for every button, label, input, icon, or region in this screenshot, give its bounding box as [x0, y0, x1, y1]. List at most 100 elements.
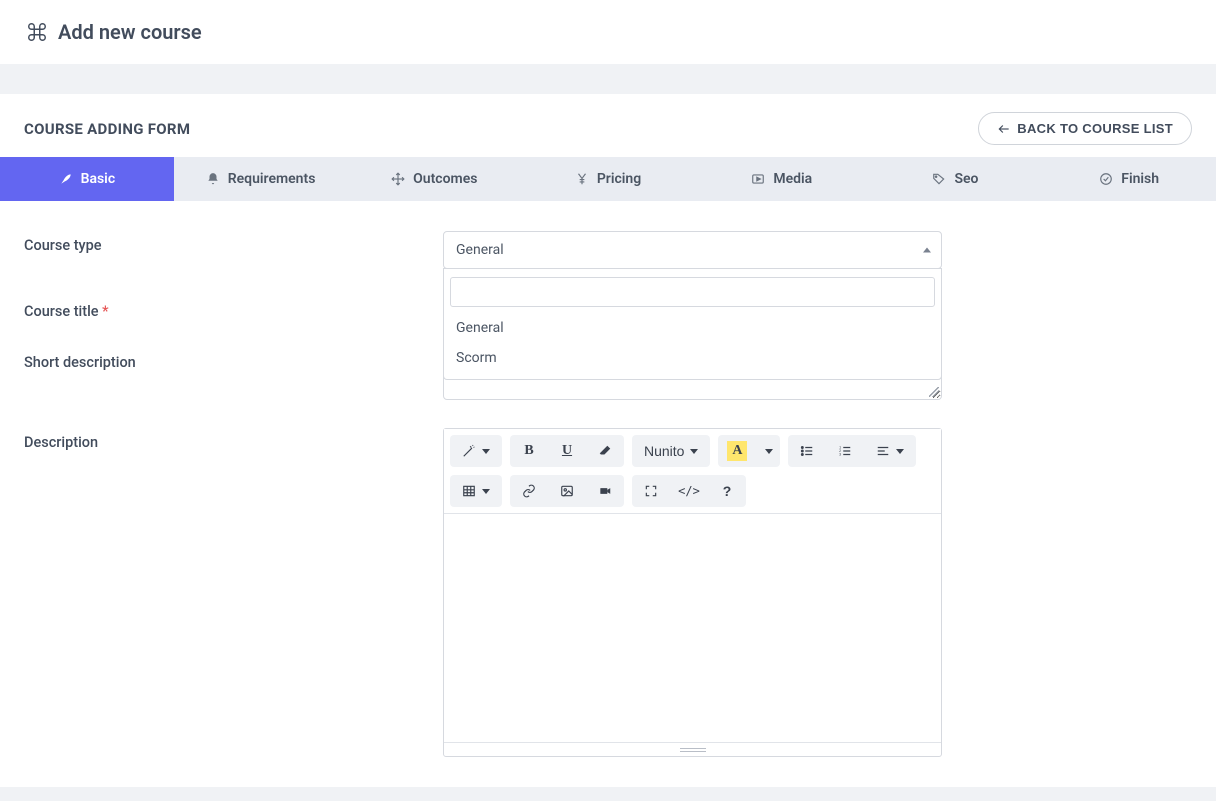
- row-course-type: Course type General General Scorm: [24, 231, 1192, 269]
- tab-pricing[interactable]: Pricing: [521, 157, 695, 201]
- description-label: Description: [24, 428, 199, 451]
- course-type-options: General Scorm: [450, 313, 935, 373]
- tab-finish[interactable]: Finish: [1042, 157, 1216, 201]
- toolbar-group-view: </> ?: [632, 475, 746, 507]
- unordered-list-icon: [800, 444, 814, 458]
- toolbar-group-font: B U: [510, 435, 624, 467]
- caret-down-icon: [690, 449, 698, 454]
- forecolor-icon: A: [727, 441, 747, 461]
- toolbar-group-style: [450, 435, 502, 467]
- clear-format-button[interactable]: [586, 435, 624, 467]
- tab-seo[interactable]: Seo: [869, 157, 1043, 201]
- yen-icon: [575, 172, 589, 186]
- video-button[interactable]: [586, 475, 624, 507]
- font-name-button[interactable]: Nunito: [632, 435, 710, 467]
- eraser-icon: [598, 444, 612, 458]
- required-star: *: [102, 303, 108, 320]
- course-tabs: Basic Requirements Outcomes Pricing Medi…: [0, 157, 1216, 201]
- course-type-option-general[interactable]: General: [450, 313, 935, 343]
- grip-icon: [680, 748, 706, 752]
- ordered-list-icon: 123: [838, 444, 852, 458]
- tab-label: Requirements: [228, 171, 316, 187]
- course-type-dropdown: General Scorm: [443, 268, 942, 380]
- link-icon: [522, 484, 536, 498]
- toolbar-group-paragraph: 123: [788, 435, 916, 467]
- align-left-icon: [876, 444, 890, 458]
- course-panel: COURSE ADDING FORM BACK TO COURSE LIST B…: [0, 94, 1216, 787]
- check-circle-icon: [1099, 172, 1113, 186]
- font-name-label: Nunito: [644, 443, 684, 459]
- page-title: Add new course: [58, 20, 202, 44]
- play-square-icon: [751, 172, 765, 186]
- tag-icon: [932, 172, 946, 186]
- video-icon: [598, 484, 612, 498]
- help-button[interactable]: ?: [708, 475, 746, 507]
- bell-icon: [206, 172, 220, 186]
- fullscreen-icon: [644, 484, 658, 498]
- layout-spacer: [0, 64, 1216, 94]
- fullscreen-button[interactable]: [632, 475, 670, 507]
- caret-down-icon: [482, 489, 490, 494]
- panel-header: COURSE ADDING FORM BACK TO COURSE LIST: [0, 94, 1216, 157]
- course-type-select[interactable]: General General Scorm: [443, 231, 942, 269]
- course-type-search-input[interactable]: [450, 277, 935, 307]
- editor-resize-handle[interactable]: [444, 742, 941, 756]
- row-description: Description: [24, 428, 1192, 757]
- table-icon: [462, 484, 476, 498]
- description-textarea[interactable]: [444, 514, 941, 742]
- editor-toolbar: B U Nunito: [444, 429, 941, 514]
- caret-down-icon: [482, 449, 490, 454]
- move-icon: [391, 172, 405, 186]
- svg-text:3: 3: [840, 453, 842, 457]
- back-to-course-list-button[interactable]: BACK TO COURSE LIST: [978, 112, 1192, 145]
- link-button[interactable]: [510, 475, 548, 507]
- description-editor: B U Nunito: [443, 428, 942, 757]
- form-body: Course type General General Scorm: [0, 201, 1216, 787]
- ordered-list-button[interactable]: 123: [826, 435, 864, 467]
- magic-wand-icon: [462, 444, 476, 458]
- forecolor-button[interactable]: A: [718, 435, 756, 467]
- underline-icon: U: [562, 443, 572, 459]
- course-type-option-scorm[interactable]: Scorm: [450, 343, 935, 373]
- codeview-button[interactable]: </>: [670, 475, 708, 507]
- tab-label: Basic: [81, 171, 116, 187]
- caret-down-icon: [896, 449, 904, 454]
- back-button-label: BACK TO COURSE LIST: [1017, 121, 1173, 136]
- arrow-left-icon: [997, 122, 1011, 136]
- command-icon: [26, 21, 48, 43]
- panel-title: COURSE ADDING FORM: [24, 120, 190, 138]
- tab-label: Finish: [1121, 171, 1159, 187]
- course-title-label: Course title *: [24, 297, 199, 320]
- magic-style-button[interactable]: [450, 435, 502, 467]
- picture-button[interactable]: [548, 475, 586, 507]
- tab-label: Seo: [954, 171, 978, 187]
- course-type-label: Course type: [24, 231, 199, 254]
- tab-media[interactable]: Media: [695, 157, 869, 201]
- toolbar-group-color: A: [718, 435, 780, 467]
- tab-outcomes[interactable]: Outcomes: [347, 157, 521, 201]
- toolbar-group-fontname: Nunito: [632, 435, 710, 467]
- feather-icon: [59, 172, 73, 186]
- course-type-selected: General: [444, 232, 941, 268]
- caret-up-icon: [923, 248, 931, 253]
- bold-button[interactable]: B: [510, 435, 548, 467]
- tab-label: Media: [773, 171, 812, 187]
- tab-requirements[interactable]: Requirements: [174, 157, 348, 201]
- table-button[interactable]: [450, 475, 502, 507]
- page-header: Add new course: [0, 0, 1216, 64]
- underline-button[interactable]: U: [548, 435, 586, 467]
- code-icon: </>: [678, 484, 700, 498]
- caret-down-icon: [765, 449, 773, 454]
- tab-label: Pricing: [597, 171, 641, 187]
- tab-basic[interactable]: Basic: [0, 157, 174, 201]
- bold-icon: B: [524, 443, 533, 459]
- help-icon: ?: [723, 483, 732, 499]
- toolbar-group-table: [450, 475, 502, 507]
- toolbar-group-insert: [510, 475, 624, 507]
- paragraph-align-button[interactable]: [864, 435, 916, 467]
- picture-icon: [560, 484, 574, 498]
- short-description-label: Short description: [24, 348, 199, 371]
- course-title-label-text: Course title: [24, 303, 99, 320]
- forecolor-menu-button[interactable]: [756, 435, 780, 467]
- unordered-list-button[interactable]: [788, 435, 826, 467]
